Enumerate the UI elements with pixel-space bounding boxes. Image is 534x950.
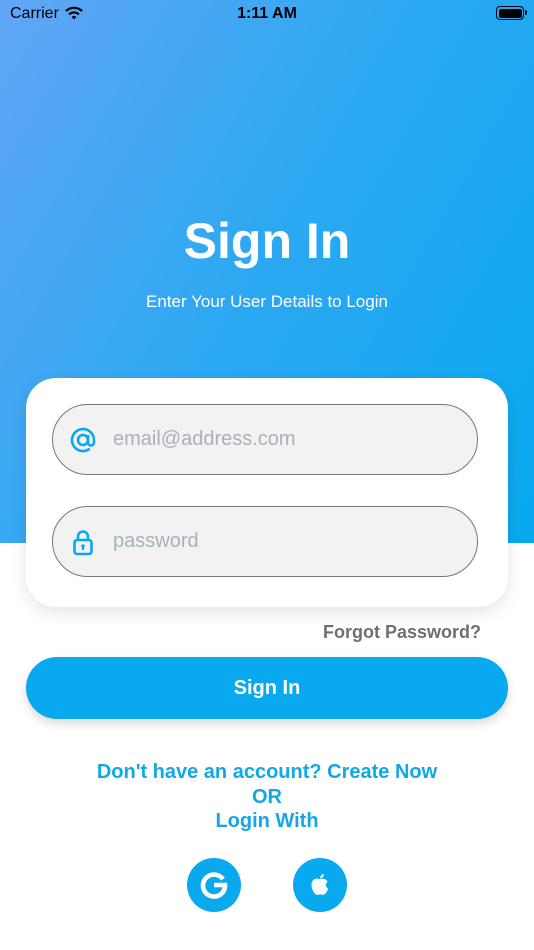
password-input[interactable] [113,507,463,575]
email-field[interactable] [52,404,478,475]
footer-links: Don't have an account? Create Now OR Log… [0,760,534,834]
email-input[interactable] [113,405,463,473]
forgot-password-link[interactable]: Forgot Password? [323,622,481,643]
create-account-link[interactable]: Don't have an account? Create Now [0,760,534,785]
page-subtitle: Enter Your User Details to Login [146,292,388,311]
login-card [26,378,508,607]
google-login-button[interactable] [187,858,241,912]
lock-icon [69,528,97,556]
status-bar: Carrier 1:11 AM [0,0,534,30]
apple-login-button[interactable] [293,858,347,912]
sign-in-button[interactable]: Sign In [26,657,508,719]
page-title: Sign In [183,213,351,269]
at-sign-icon [69,426,97,454]
status-time: 1:11 AM [237,5,297,22]
google-icon [200,872,228,899]
battery-icon [496,6,527,20]
password-field[interactable] [52,506,478,577]
login-with-label: Login With [215,810,319,832]
apple-icon [311,874,329,895]
or-separator: OR [252,785,282,808]
